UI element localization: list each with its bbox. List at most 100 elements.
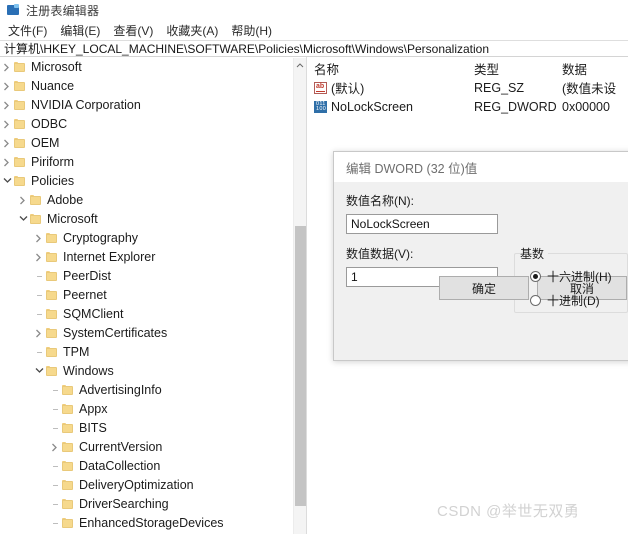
tree-node-label: Piriform xyxy=(31,155,75,169)
tree-node-microsoft[interactable]: Microsoft xyxy=(0,210,293,229)
chevron-up-icon[interactable] xyxy=(294,58,306,72)
tree-node-nuance[interactable]: Nuance xyxy=(0,77,293,96)
tree-node-adobe[interactable]: Adobe xyxy=(0,191,293,210)
folder-icon xyxy=(46,271,58,282)
value-name-input[interactable]: NoLockScreen xyxy=(346,214,498,234)
tree-node-label: DriverSearching xyxy=(79,497,169,511)
tree-node-label: EnhancedStorageDevices xyxy=(79,516,224,530)
menu-item-2[interactable]: 查看(V) xyxy=(113,22,153,39)
radio-hexadecimal[interactable]: 十六进制(H) xyxy=(520,266,625,286)
chevron-down-icon[interactable] xyxy=(17,210,30,229)
tree-node-piriform[interactable]: Piriform xyxy=(0,153,293,172)
tree-node-peernet[interactable]: Peernet xyxy=(0,286,293,305)
tree-node-label: AdvertisingInfo xyxy=(79,383,162,397)
chevron-right-icon[interactable] xyxy=(49,438,62,457)
tree-leaf-tick-icon xyxy=(49,419,62,438)
value-name-cell: ab (默认) xyxy=(310,78,474,97)
column-header-type[interactable]: 类型 xyxy=(474,59,562,78)
tree-node-label: Internet Explorer xyxy=(63,250,156,264)
tree-node-datacollection[interactable]: DataCollection xyxy=(0,457,293,476)
folder-icon xyxy=(62,423,74,434)
chevron-right-icon[interactable] xyxy=(33,248,46,267)
address-bar[interactable]: 计算机\HKEY_LOCAL_MACHINE\SOFTWARE\Policies… xyxy=(0,40,628,57)
tree-node-advertisinginfo[interactable]: AdvertisingInfo xyxy=(0,381,293,400)
radio-hexadecimal-label: 十六进制(H) xyxy=(547,269,612,284)
menu-item-4[interactable]: 帮助(H) xyxy=(231,22,272,39)
chevron-right-icon[interactable] xyxy=(1,153,14,172)
tree-node-oem[interactable]: OEM xyxy=(0,134,293,153)
chevron-right-icon[interactable] xyxy=(1,77,14,96)
tree-node-appx[interactable]: Appx xyxy=(0,400,293,419)
tree-leaf-tick-icon xyxy=(33,267,46,286)
chevron-right-icon[interactable] xyxy=(33,229,46,248)
base-group-label: 基数 xyxy=(520,245,549,262)
tree-node-driversearching[interactable]: DriverSearching xyxy=(0,495,293,514)
tree-node-label: NVIDIA Corporation xyxy=(31,98,141,112)
folder-icon xyxy=(62,385,74,396)
tree-node-microsoft[interactable]: Microsoft xyxy=(0,58,293,77)
tree-leaf-tick-icon xyxy=(49,457,62,476)
value-name-cell: 011 100 NoLockScreen xyxy=(310,100,474,114)
chevron-down-icon[interactable] xyxy=(33,362,46,381)
tree-node-deliveryoptimization[interactable]: DeliveryOptimization xyxy=(0,476,293,495)
tree-node-systemcertificates[interactable]: SystemCertificates xyxy=(0,324,293,343)
radio-decimal-label: 十进制(D) xyxy=(547,293,600,308)
tree-node-peerdist[interactable]: PeerDist xyxy=(0,267,293,286)
folder-icon xyxy=(14,81,26,92)
tree-node-label: BITS xyxy=(79,421,107,435)
tree-node-label: SystemCertificates xyxy=(63,326,168,340)
tree-node-enhancedstoragedevices[interactable]: EnhancedStorageDevices xyxy=(0,514,293,533)
tree-scrollbar-thumb[interactable] xyxy=(295,226,306,506)
column-header-data[interactable]: 数据 xyxy=(562,59,628,78)
registry-tree[interactable]: Microsoft Nuance NVIDIA Corporation ODBC OEM… xyxy=(0,58,293,534)
folder-icon xyxy=(46,233,58,244)
tree-node-label: Microsoft xyxy=(47,212,98,226)
value-list-row[interactable]: 011 100 NoLockScreen REG_DWORD 0x00000 xyxy=(310,97,628,116)
tree-node-internet-explorer[interactable]: Internet Explorer xyxy=(0,248,293,267)
tree-node-tpm[interactable]: TPM xyxy=(0,343,293,362)
tree-node-bits[interactable]: BITS xyxy=(0,419,293,438)
tree-node-label: Peernet xyxy=(63,288,107,302)
chevron-right-icon[interactable] xyxy=(1,58,14,77)
folder-icon xyxy=(14,119,26,130)
folder-icon xyxy=(62,480,74,491)
tree-scrollbar[interactable] xyxy=(293,58,306,534)
chevron-right-icon[interactable] xyxy=(17,191,30,210)
chevron-right-icon[interactable] xyxy=(1,115,14,134)
tree-leaf-tick-icon xyxy=(49,381,62,400)
tree-node-cryptography[interactable]: Cryptography xyxy=(0,229,293,248)
tree-node-label: Nuance xyxy=(31,79,75,93)
watermark: CSDN @举世无双勇 xyxy=(437,503,580,520)
radio-decimal[interactable]: 十进制(D) xyxy=(520,290,625,310)
tree-node-currentversion[interactable]: CurrentVersion xyxy=(0,438,293,457)
tree-node-label: Windows xyxy=(63,364,114,378)
tree-node-odbc[interactable]: ODBC xyxy=(0,115,293,134)
tree-node-nvidia-corporation[interactable]: NVIDIA Corporation xyxy=(0,96,293,115)
tree-node-label: Adobe xyxy=(47,193,84,207)
window-title: 注册表编辑器 xyxy=(26,3,100,18)
menu-item-1[interactable]: 编辑(E) xyxy=(60,22,100,39)
registry-editor-icon xyxy=(7,4,20,16)
menu-item-0[interactable]: 文件(F) xyxy=(8,22,47,39)
tree-node-sqmclient[interactable]: SQMClient xyxy=(0,305,293,324)
chevron-down-icon[interactable] xyxy=(1,172,14,191)
column-header-name[interactable]: 名称 xyxy=(310,59,474,78)
dialog-title: 编辑 DWORD (32 位)值 xyxy=(334,152,628,182)
value-list-row[interactable]: ab (默认) REG_SZ (数值未设 xyxy=(310,78,628,97)
chevron-right-icon[interactable] xyxy=(33,324,46,343)
menu-item-3[interactable]: 收藏夹(A) xyxy=(166,22,218,39)
tree-leaf-tick-icon xyxy=(33,305,46,324)
folder-icon xyxy=(62,404,74,415)
pane-splitter[interactable] xyxy=(306,57,307,534)
folder-icon xyxy=(62,442,74,453)
ok-button[interactable]: 确定 xyxy=(439,276,529,300)
base-radio-group: 基数 十六进制(H) 十进制(D) xyxy=(514,245,628,313)
registry-editor-window: 注册表编辑器 文件(F) 编辑(E) 查看(V) 收藏夹(A) 帮助(H) 计算机\HK… xyxy=(0,0,628,534)
chevron-right-icon[interactable] xyxy=(1,134,14,153)
folder-icon xyxy=(30,195,42,206)
chevron-right-icon[interactable] xyxy=(1,96,14,115)
tree-node-policies[interactable]: Policies xyxy=(0,172,293,191)
menu-bar: 文件(F) 编辑(E) 查看(V) 收藏夹(A) 帮助(H) xyxy=(0,21,628,39)
folder-icon xyxy=(62,499,74,510)
tree-node-windows[interactable]: Windows xyxy=(0,362,293,381)
